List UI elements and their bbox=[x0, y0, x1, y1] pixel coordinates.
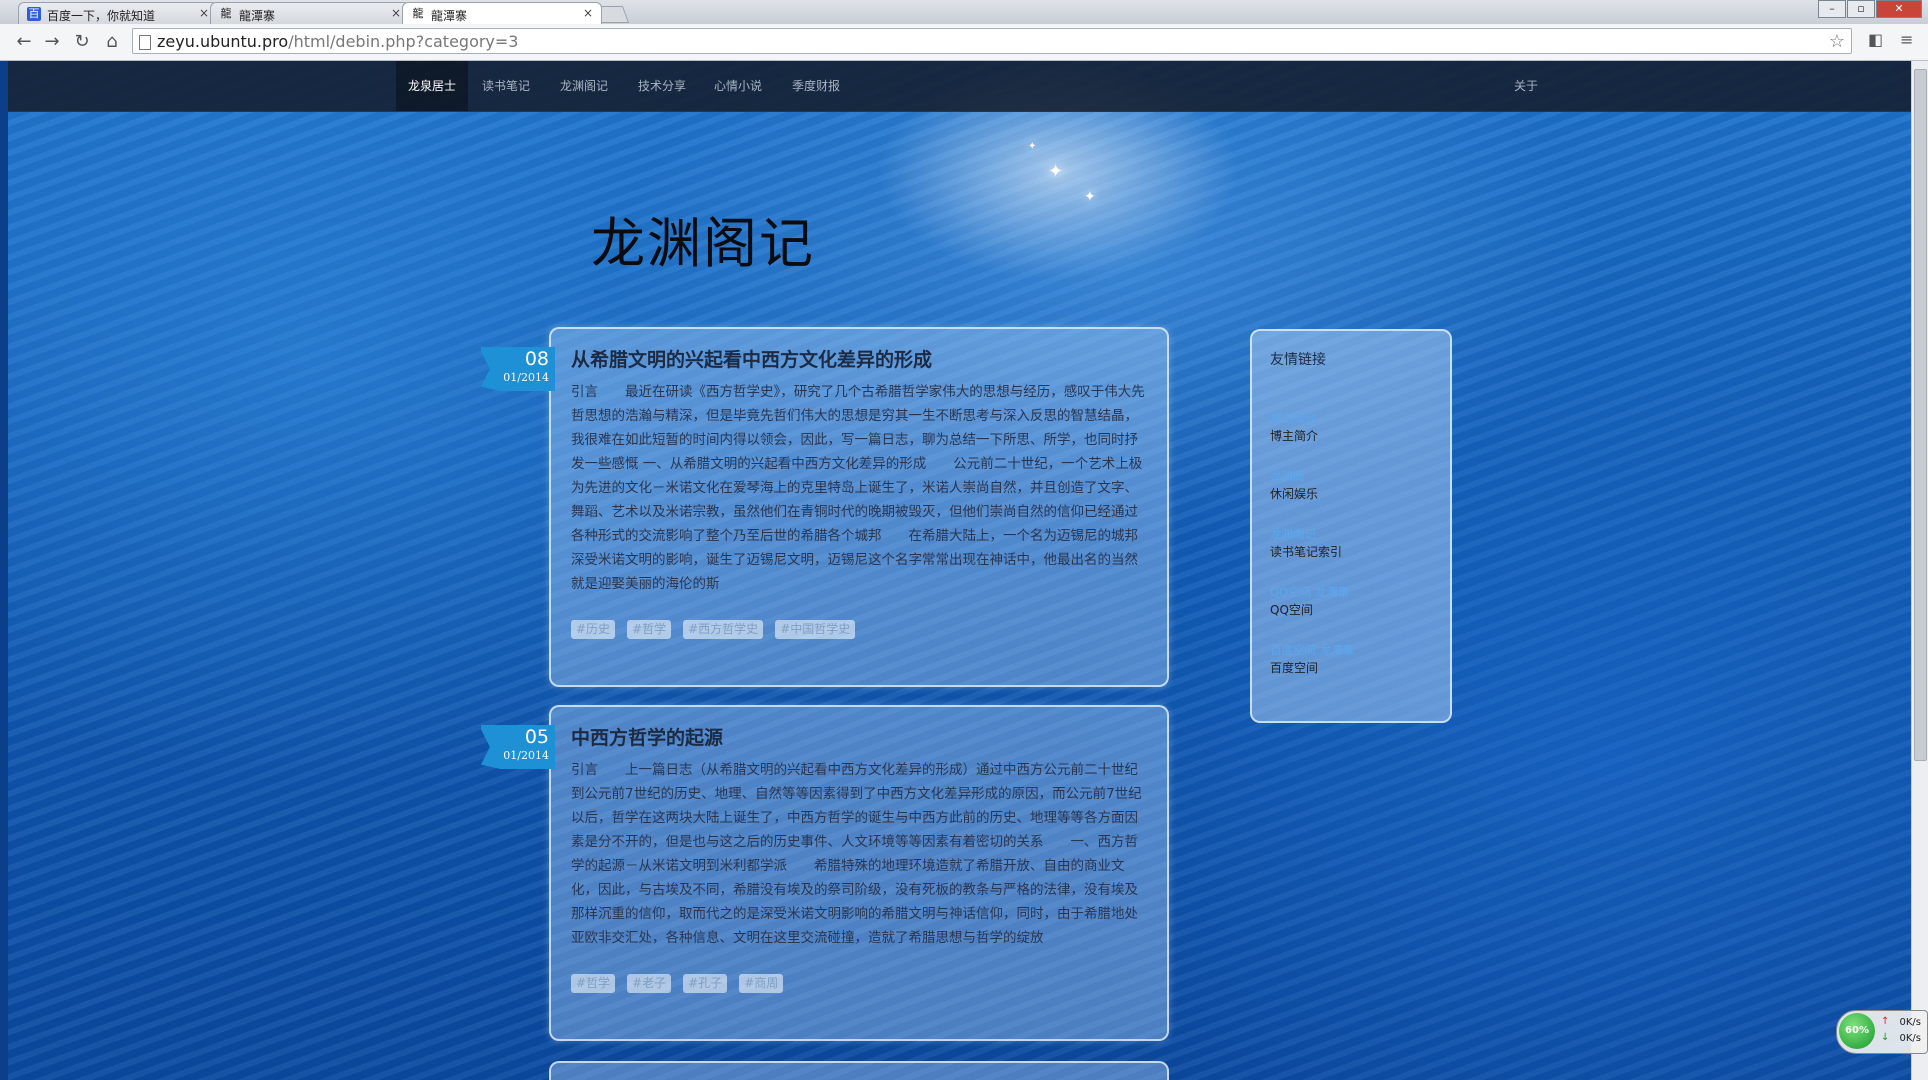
tag[interactable]: #中国哲学史 bbox=[775, 620, 856, 639]
tag[interactable]: #西方哲学史 bbox=[683, 620, 764, 639]
date-flag: 05 01/2014 bbox=[481, 725, 555, 769]
post-day: 05 bbox=[524, 726, 549, 748]
site-title: 龙渊阁记 bbox=[591, 212, 815, 275]
tab-close-icon[interactable]: × bbox=[583, 6, 593, 20]
extension-icon[interactable]: ◧ bbox=[1868, 30, 1883, 49]
post-title[interactable]: 从希腊文明的兴起看中西方文化差异的形成 bbox=[571, 345, 1147, 372]
date-flag: 08 01/2014 bbox=[481, 347, 555, 391]
friend-link[interactable]: 龙渊阁 bbox=[1270, 467, 1432, 485]
friend-link-item: 百度空间 龙潭寨 百度空间 bbox=[1270, 641, 1432, 677]
bookmark-star-icon[interactable]: ☆ bbox=[1829, 29, 1845, 55]
sparkle-decoration: ✦ bbox=[1084, 189, 1096, 205]
url-path: /html/debin.php?category=3 bbox=[288, 32, 519, 51]
tab-longtanzhai-active[interactable]: 龍 龍潭寨 × bbox=[402, 2, 602, 24]
friend-link-item: 龙渊阁 休闲娱乐 bbox=[1270, 467, 1432, 503]
memory-percent: 60% bbox=[1839, 1013, 1875, 1049]
post-month-year: 01/2014 bbox=[503, 371, 549, 384]
friend-link-desc: 读书笔记索引 bbox=[1270, 545, 1343, 559]
nav-item-quarterly[interactable]: 季度财报 bbox=[780, 61, 852, 111]
tab-title: 龍潭寨 bbox=[431, 9, 468, 23]
nav-item-mood[interactable]: 心情小说 bbox=[702, 61, 774, 111]
url-host: zeyu.ubuntu.pro bbox=[157, 32, 289, 51]
forward-arrow-icon[interactable]: → bbox=[40, 30, 64, 54]
tag[interactable]: #孔子 bbox=[683, 974, 728, 993]
tab-baidu[interactable]: 百 百度一下，你就知道 × bbox=[18, 2, 218, 24]
nav-item-reading-notes[interactable]: 读书笔记 bbox=[470, 61, 542, 111]
sparkle-decoration: ✦ bbox=[1048, 161, 1064, 182]
nav-item-tech[interactable]: 技术分享 bbox=[626, 61, 698, 111]
tab-longtanzhai-1[interactable]: 龍 龍潭寨 × bbox=[210, 2, 410, 24]
post-card-partial bbox=[549, 1061, 1169, 1080]
friend-link[interactable]: QQ空间 龙潭寨 bbox=[1270, 583, 1432, 601]
sparkle-decoration: ✦ bbox=[1028, 141, 1037, 152]
window-controls: – ▫ ✕ bbox=[1817, 0, 1922, 18]
scrollbar-thumb[interactable] bbox=[1914, 69, 1927, 761]
friend-link[interactable]: 博主简介 bbox=[1270, 409, 1432, 427]
address-bar[interactable]: zeyu.ubuntu.pro/html/debin.php?category=… bbox=[132, 28, 1852, 54]
tag[interactable]: #老子 bbox=[627, 974, 672, 993]
post-card: 05 01/2014 中西方哲学的起源 引言 上一篇日志（从希腊文明的兴起看中西… bbox=[481, 705, 1169, 1041]
tab-title: 百度一下，你就知道 bbox=[47, 9, 156, 23]
nav-item-home[interactable]: 龙泉居士 bbox=[396, 61, 469, 111]
friend-link-desc: QQ空间 bbox=[1270, 603, 1313, 617]
page-scrollbar[interactable] bbox=[1911, 61, 1928, 1080]
network-monitor-widget[interactable]: 60% ↑ ↓ 0K/s 0K/s bbox=[1836, 1010, 1928, 1054]
download-speed: 0K/s bbox=[1899, 1033, 1922, 1044]
dragon-favicon-icon: 龍 bbox=[412, 7, 424, 20]
friend-link-item: 龙渊阁记 读书笔记索引 bbox=[1270, 525, 1432, 561]
page-icon bbox=[139, 35, 151, 50]
menu-icon[interactable]: ≡ bbox=[1900, 30, 1913, 49]
upload-arrow-icon: ↑ bbox=[1881, 1016, 1890, 1027]
browser-toolbar: ← → ↻ ⌂ zeyu.ubuntu.pro/html/debin.php?c… bbox=[0, 24, 1928, 61]
tag[interactable]: #历史 bbox=[571, 620, 616, 639]
friend-links-panel: 友情链接 博主简介 博主简介 龙渊阁 休闲娱乐 龙渊阁记 读书笔记索引 QQ空间… bbox=[1250, 329, 1452, 723]
back-arrow-icon[interactable]: ← bbox=[12, 30, 36, 54]
friend-link-desc: 百度空间 bbox=[1270, 661, 1319, 675]
post-excerpt: 引言 上一篇日志（从希腊文明的兴起看中西方文化差异的形成）通过中西方公元前二十世… bbox=[571, 762, 1142, 946]
tab-close-icon[interactable]: × bbox=[199, 6, 209, 20]
post-title[interactable]: 中西方哲学的起源 bbox=[571, 723, 1147, 750]
post-day: 08 bbox=[524, 348, 549, 370]
upload-speed: 0K/s bbox=[1899, 1017, 1922, 1028]
nav-item-about[interactable]: 关于 bbox=[1502, 61, 1550, 111]
tag[interactable]: #哲学 bbox=[627, 620, 672, 639]
post-excerpt: 引言 最近在研读《西方哲学史》，研究了几个古希腊哲学家伟大的思想与经历，感叹于伟… bbox=[571, 384, 1145, 592]
sidebar-title: 友情链接 bbox=[1270, 352, 1326, 368]
maximize-icon[interactable]: ▫ bbox=[1847, 0, 1875, 18]
close-window-icon[interactable]: ✕ bbox=[1876, 0, 1922, 18]
reload-icon[interactable]: ↻ bbox=[70, 30, 94, 54]
dragon-favicon-icon: 龍 bbox=[220, 7, 232, 20]
minimize-icon[interactable]: – bbox=[1818, 0, 1846, 18]
home-icon[interactable]: ⌂ bbox=[100, 30, 124, 54]
tag[interactable]: #哲学 bbox=[571, 974, 616, 993]
friend-link[interactable]: 龙渊阁记 bbox=[1270, 525, 1432, 543]
download-arrow-icon: ↓ bbox=[1881, 1032, 1890, 1043]
page-viewport: ✦ ✦ ✦ 龙泉居士 读书笔记 龙渊阁记 技术分享 心情小说 季度财报 关于 龙… bbox=[8, 61, 1912, 1080]
post-tags: #哲学 #老子 #孔子 #商周 bbox=[571, 972, 1147, 996]
friend-link[interactable]: 百度空间 龙潭寨 bbox=[1270, 641, 1432, 659]
site-navbar: 龙泉居士 读书笔记 龙渊阁记 技术分享 心情小说 季度财报 关于 bbox=[8, 61, 1912, 112]
baidu-favicon-icon: 百 bbox=[27, 7, 41, 21]
browser-titlebar: 百 百度一下，你就知道 × 龍 龍潭寨 × 龍 龍潭寨 × – ▫ ✕ bbox=[0, 0, 1928, 24]
friend-link-desc: 休闲娱乐 bbox=[1270, 487, 1319, 501]
nav-item-longyuange[interactable]: 龙渊阁记 bbox=[548, 61, 620, 111]
friend-link-item: QQ空间 龙潭寨 QQ空间 bbox=[1270, 583, 1432, 619]
friend-link-item: 博主简介 博主简介 bbox=[1270, 409, 1432, 445]
post-tags: #历史 #哲学 #西方哲学史 #中国哲学史 bbox=[571, 618, 1147, 642]
post-card: 08 01/2014 从希腊文明的兴起看中西方文化差异的形成 引言 最近在研读《… bbox=[481, 327, 1169, 687]
tab-close-icon[interactable]: × bbox=[391, 6, 401, 20]
tab-title: 龍潭寨 bbox=[239, 9, 276, 23]
post-month-year: 01/2014 bbox=[503, 749, 549, 762]
friend-link-desc: 博主简介 bbox=[1270, 429, 1319, 443]
tag[interactable]: #商周 bbox=[739, 974, 784, 993]
